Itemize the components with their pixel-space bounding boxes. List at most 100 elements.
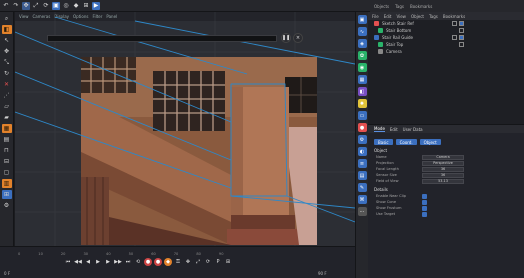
grid-toggle-icon[interactable]: ⊞ [1, 190, 12, 199]
om-menu-edit[interactable]: Edit [384, 14, 392, 19]
prop-value[interactable]: 36 [422, 166, 464, 172]
viewport[interactable]: View Cameras Display Options Filter Pane… [15, 12, 355, 246]
prop-value[interactable]: 53.13 [422, 178, 464, 184]
layout-icon[interactable]: ▥ [1, 179, 12, 188]
next-frame-icon[interactable]: ▶ [104, 258, 112, 266]
autokey-icon[interactable]: ● [154, 258, 162, 266]
tab-user-data[interactable]: User Data [403, 127, 423, 132]
om-menu-tags[interactable]: Tags [429, 14, 438, 19]
generator-icon[interactable]: ◈ [357, 39, 367, 48]
field-icon[interactable]: ◉ [357, 63, 367, 72]
object-tags [459, 42, 464, 47]
undo-icon[interactable]: ↶ [2, 2, 10, 10]
checkbox[interactable] [422, 205, 427, 211]
more-icon[interactable]: ⋯ [357, 207, 367, 216]
polygons-icon[interactable]: ▰ [2, 113, 12, 122]
om-menu-file[interactable]: File [372, 14, 379, 19]
coord-button[interactable]: Coord. [395, 139, 417, 145]
settings-icon[interactable]: ⚙ [2, 201, 12, 210]
timeline-ruler[interactable]: 0 10 20 30 40 50 60 70 80 90 [0, 247, 355, 256]
tag-icon[interactable]: ● [357, 123, 367, 132]
object-row[interactable]: Sketch Stair Ref [368, 20, 524, 27]
snap-icon[interactable]: ⊓ [2, 146, 12, 155]
redo-icon[interactable]: ↷ [12, 2, 20, 10]
asset-icon[interactable]: ▤ [357, 171, 367, 180]
om-menu-bookmarks[interactable]: Bookmarks [443, 14, 465, 19]
floor-icon[interactable]: ▭ [357, 111, 367, 120]
spline-icon[interactable]: ∿ [357, 27, 367, 36]
object-row[interactable]: Camera [368, 48, 524, 55]
cursor-icon[interactable]: ↖ [2, 36, 12, 45]
om-menu-view[interactable]: View [396, 14, 406, 19]
search-icon[interactable]: ⌕ [2, 14, 12, 23]
scale-key-icon[interactable]: ⤢ [194, 258, 202, 266]
param-key-icon[interactable]: P [214, 258, 222, 266]
mograph-icon[interactable]: ▦ [357, 75, 367, 84]
menu-bookmarks[interactable]: Bookmarks [410, 4, 432, 9]
prop-value[interactable]: Perspective [422, 160, 464, 166]
rotate-key-icon[interactable]: ⟳ [204, 258, 212, 266]
points-icon[interactable]: ⋰ [2, 91, 12, 100]
render-settings-icon[interactable]: ⚙ [357, 135, 367, 144]
ruler-tick: 10 [38, 252, 43, 256]
python-icon[interactable]: ⌘ [357, 195, 367, 204]
object-row[interactable]: Stair Top [368, 41, 524, 48]
script-icon[interactable]: ✎ [357, 183, 367, 192]
light-icon[interactable]: ✹ [357, 99, 367, 108]
object-button[interactable]: Object [419, 139, 441, 145]
close-icon[interactable]: × [293, 33, 303, 43]
select-icon[interactable]: ▣ [52, 1, 60, 10]
pause-icon[interactable]: ❚❚ [281, 33, 291, 43]
prev-frame-icon[interactable]: ◀ [84, 258, 92, 266]
rotate-tool-icon[interactable]: ↻ [2, 69, 12, 78]
scale-icon[interactable]: ⤢ [32, 2, 40, 10]
deformer-icon[interactable]: ✿ [357, 51, 367, 60]
menu-objects[interactable]: Objects [374, 4, 389, 9]
basic-button[interactable]: Basic [374, 139, 393, 145]
checkbox[interactable] [422, 193, 427, 199]
texture-mode-icon[interactable]: ▤ [2, 135, 12, 144]
cube-icon[interactable]: ▣ [357, 15, 367, 24]
keyframe-icon[interactable]: ◆ [164, 258, 172, 266]
go-start-icon[interactable]: ⏮ [64, 258, 72, 266]
layer-icon[interactable]: ≡ [357, 159, 367, 168]
scale-tool-icon[interactable]: ⤡ [2, 58, 12, 67]
camera-icon[interactable]: ◧ [357, 87, 367, 96]
model-mode-icon[interactable]: ▦ [1, 124, 12, 133]
grid-icon[interactable]: ⊞ [82, 2, 90, 10]
object-row[interactable]: Stair Bottom [368, 27, 524, 34]
keys-icon[interactable]: ⚿ [174, 258, 182, 266]
checkbox[interactable] [422, 211, 427, 217]
move-icon[interactable]: ✥ [22, 1, 30, 10]
move-tool-icon[interactable]: ✥ [2, 47, 12, 56]
tab-edit[interactable]: Edit [390, 127, 398, 132]
prev-key-icon[interactable]: ◀◀ [74, 258, 82, 266]
object-row[interactable]: Stair Rail Guide [368, 34, 524, 41]
sketch-timeline-bar[interactable] [47, 35, 277, 42]
record-icon[interactable]: ● [144, 258, 152, 266]
om-menu-object[interactable]: Object [411, 14, 424, 19]
menu-tags[interactable]: Tags [395, 4, 404, 9]
ruler-tick: 90 [218, 252, 224, 256]
grid-key-icon[interactable]: ⊞ [224, 258, 232, 266]
loop-icon[interactable]: ⟲ [134, 258, 142, 266]
play-icon[interactable]: ▶ [94, 258, 102, 266]
mode-icon[interactable]: ◆ [72, 2, 80, 10]
ruler-tick: 40 [106, 252, 111, 256]
workplane-icon[interactable]: ⊟ [2, 157, 12, 166]
move-key-icon[interactable]: ✥ [184, 258, 192, 266]
camera-tool-icon[interactable]: ◧ [1, 25, 12, 34]
go-end-icon[interactable]: ⏭ [124, 258, 132, 266]
axis-icon[interactable]: ✕ [2, 80, 12, 89]
tab-mode[interactable]: Mode [374, 126, 385, 132]
render-icon[interactable]: ▶ [92, 1, 100, 10]
prop-value[interactable]: Camera [422, 154, 464, 160]
prop-value[interactable]: 36 [422, 172, 464, 178]
rotate-icon[interactable]: ⟳ [42, 2, 50, 10]
next-key-icon[interactable]: ▶▶ [114, 258, 122, 266]
checkbox[interactable] [422, 199, 427, 205]
material-icon[interactable]: ◐ [357, 147, 367, 156]
edges-icon[interactable]: ▱ [2, 102, 12, 111]
live-select-icon[interactable]: ◎ [62, 2, 70, 10]
lock-icon[interactable]: ▢ [2, 168, 12, 177]
